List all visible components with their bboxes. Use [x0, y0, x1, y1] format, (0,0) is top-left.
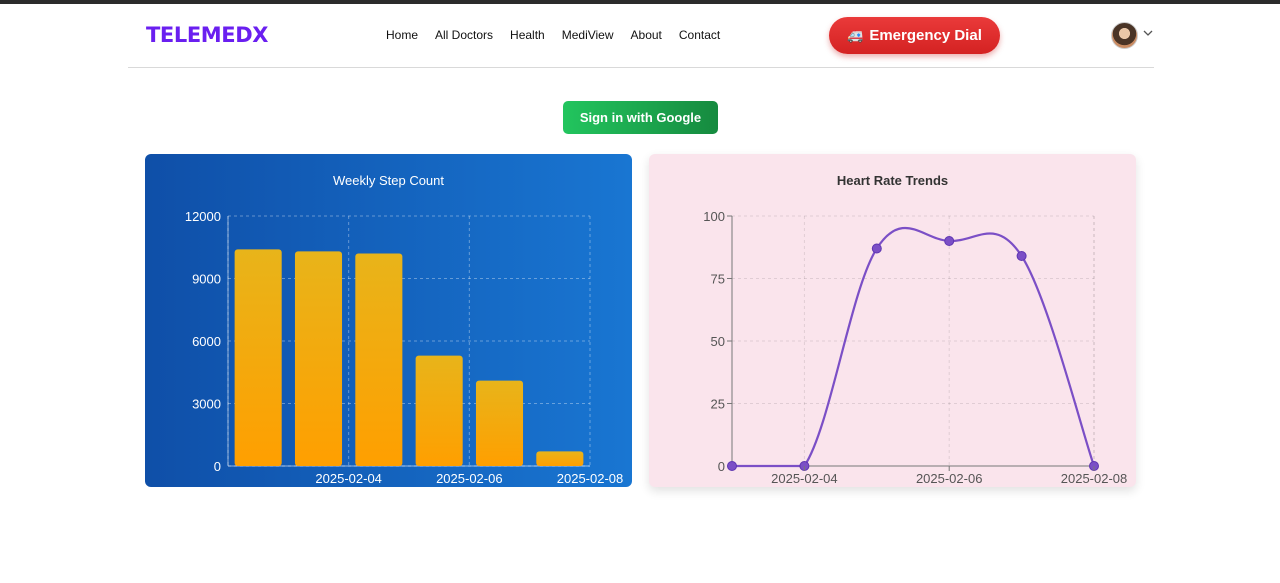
y-tick-label: 75 [711, 272, 725, 287]
y-tick-label: 12000 [185, 209, 221, 224]
data-point [727, 461, 737, 471]
ambulance-icon: 🚑 [847, 27, 864, 43]
data-point [1016, 251, 1027, 261]
google-signin-button[interactable]: Sign in with Google [563, 101, 718, 134]
avatar[interactable] [1111, 22, 1138, 49]
chevron-down-icon[interactable] [1142, 27, 1154, 39]
heart-rate-card: 0 25 50 75 100 2025-02-04 2025-02-06 2025-02-08… [649, 154, 1136, 487]
step-count-chart: 0 3000 6000 9000 12000 2025-02-04 2025-02-06 20… [185, 209, 624, 486]
step-count-card: 0 3000 6000 9000 12000 2025-02-04 2025-02-06 20… [145, 154, 632, 487]
nav-all-doctors[interactable]: All Doctors [435, 28, 493, 42]
y-tick-label: 9000 [192, 272, 221, 287]
x-tick-label: 2025-02-04 [315, 471, 382, 486]
bar [355, 253, 403, 466]
bar [415, 355, 463, 466]
brand-logo[interactable]: TELEMEDX [146, 23, 268, 47]
series-line [731, 226, 1096, 468]
y-tick-label: 0 [214, 459, 221, 474]
x-tick-label: 2025-02-06 [916, 471, 983, 486]
y-tick-label: 100 [703, 209, 725, 224]
y-tick-label: 6000 [192, 334, 221, 349]
nav-about[interactable]: About [631, 28, 662, 42]
main-menu: Home All Doctors Health MediView About C… [386, 28, 720, 42]
x-tick-label: 2025-02-06 [436, 471, 503, 486]
x-tick-label: 2025-02-08 [557, 471, 624, 486]
x-tick-label: 2025-02-08 [1061, 471, 1128, 486]
bar [294, 251, 343, 466]
data-point [944, 236, 955, 246]
emergency-dial-button[interactable]: 🚑 Emergency Dial [829, 17, 1000, 54]
step-count-title: Weekly Step Count [332, 173, 445, 188]
y-tick-label: 0 [718, 459, 725, 474]
nav-contact[interactable]: Contact [679, 28, 720, 42]
emergency-dial-label: Emergency Dial [869, 27, 982, 44]
bar [475, 380, 524, 466]
navbar: TELEMEDX Home All Doctors Health MediVie… [128, 4, 1154, 68]
data-point [871, 243, 882, 254]
heart-rate-title: Heart Rate Trends [836, 173, 949, 188]
y-tick-label: 3000 [192, 397, 221, 412]
nav-health[interactable]: Health [510, 28, 545, 42]
x-tick-label: 2025-02-04 [771, 471, 838, 486]
nav-home[interactable]: Home [386, 28, 418, 42]
heart-rate-chart: 0 25 50 75 100 2025-02-04 2025-02-06 2025-02-08 [703, 209, 1128, 486]
bar [536, 451, 584, 466]
nav-mediview[interactable]: MediView [562, 28, 614, 42]
y-tick-label: 25 [711, 397, 725, 412]
bar [234, 249, 282, 466]
y-tick-label: 50 [711, 334, 725, 349]
